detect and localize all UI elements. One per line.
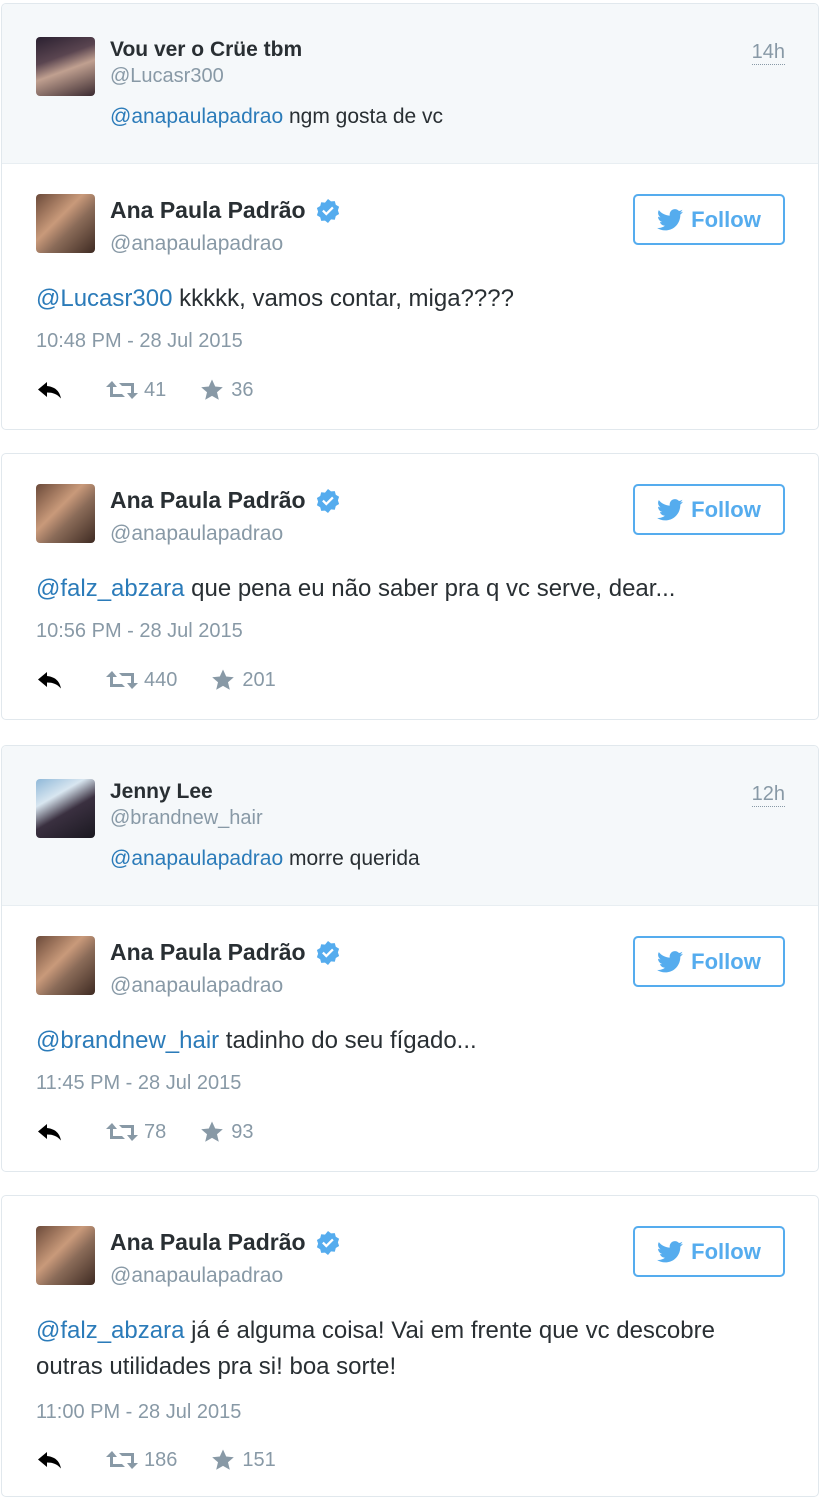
tweet-text: @anapaulapadrao morre querida [110,847,420,871]
favorite-count: 93 [231,1120,254,1143]
favorite-button[interactable]: 151 [211,1448,276,1472]
retweet-icon [106,669,138,691]
favorite-button[interactable]: 36 [200,378,254,402]
tweet-body: kkkkk, vamos contar, miga???? [172,285,514,312]
verified-badge-icon [315,940,341,966]
retweet-button[interactable]: 41 [106,379,166,402]
tweet-date[interactable]: 10:56 PM - 28 Jul 2015 [36,620,243,643]
tweet-actions: 41 36 [36,375,254,405]
favorite-button[interactable]: 93 [200,1120,254,1144]
author-name[interactable]: Vou ver o Crüe tbm [110,38,302,62]
twitter-bird-icon [657,951,683,973]
reply-tweet: Ana Paula Padrão @anapaulapadrao Follow … [2,1196,818,1496]
avatar[interactable] [36,194,95,253]
mention-link[interactable]: @falz_abzara [36,575,184,602]
mention-link[interactable]: @brandnew_hair [36,1027,219,1054]
retweet-icon [106,379,138,401]
follow-label: Follow [691,496,761,522]
parent-tweet[interactable]: Vou ver o Crüe tbm @Lucasr300 14h @anapa… [2,4,818,164]
tweet-text: @falz_abzara já é alguma coisa! Vai em f… [36,1313,788,1385]
tweet-text: @anapaulapadrao ngm gosta de vc [110,105,443,129]
retweet-count: 78 [144,1120,167,1143]
verified-badge-icon [315,488,341,514]
retweet-button[interactable]: 186 [106,1449,177,1472]
follow-button[interactable]: Follow [633,484,785,535]
mention-link[interactable]: @anapaulapadrao [110,847,283,870]
follow-label: Follow [691,206,761,232]
tweet-card: Jenny Lee @brandnew_hair 12h @anapaulapa… [1,745,819,1172]
favorite-star-icon [211,1448,235,1472]
avatar[interactable] [36,936,95,995]
verified-badge-icon [315,1230,341,1256]
follow-label: Follow [691,1238,761,1264]
avatar[interactable] [36,779,95,838]
retweet-count: 440 [144,668,178,691]
tweet-body: morre querida [283,847,420,870]
twitter-bird-icon [657,499,683,521]
favorite-count: 201 [242,668,276,691]
reply-icon[interactable] [36,1450,64,1470]
follow-button[interactable]: Follow [633,1226,785,1277]
parent-tweet[interactable]: Jenny Lee @brandnew_hair 12h @anapaulapa… [2,746,818,906]
reply-tweet: Ana Paula Padrão @anapaulapadrao Follow … [2,164,818,429]
mention-link[interactable]: @Lucasr300 [36,285,172,312]
retweet-icon [106,1449,138,1471]
reply-icon[interactable] [36,1122,64,1142]
author-name[interactable]: Ana Paula Padrão [110,1229,306,1256]
tweet-card: Vou ver o Crüe tbm @Lucasr300 14h @anapa… [1,3,819,430]
retweet-count: 186 [144,1448,178,1471]
author-name[interactable]: Ana Paula Padrão [110,487,306,514]
retweet-icon [106,1121,138,1143]
favorite-star-icon [200,378,224,402]
favorite-star-icon [211,668,235,692]
author-name[interactable]: Jenny Lee [110,780,213,804]
tweet-text: @brandnew_hair tadinho do seu fígado... [36,1023,788,1059]
reply-tweet: Ana Paula Padrão @anapaulapadrao Follow … [2,454,818,719]
tweet-actions: 440 201 [36,665,276,695]
tweet-actions: 186 151 [36,1445,276,1475]
author-handle[interactable]: @anapaulapadrao [110,522,283,546]
avatar[interactable] [36,484,95,543]
mention-link[interactable]: @falz_abzara [36,1317,184,1344]
mention-link[interactable]: @anapaulapadrao [110,105,283,128]
reply-tweet: Ana Paula Padrão @anapaulapadrao Follow … [2,906,818,1171]
retweet-button[interactable]: 440 [106,669,177,692]
tweet-timestamp[interactable]: 14h [751,40,785,65]
author-name[interactable]: Ana Paula Padrão [110,197,306,224]
tweet-actions: 78 93 [36,1117,254,1147]
avatar[interactable] [36,37,95,96]
author-handle[interactable]: @anapaulapadrao [110,1264,283,1288]
reply-icon[interactable] [36,380,64,400]
author-name[interactable]: Ana Paula Padrão [110,939,306,966]
tweet-text: @Lucasr300 kkkkk, vamos contar, miga???? [36,281,788,317]
avatar[interactable] [36,1226,95,1285]
tweet-card: Ana Paula Padrão @anapaulapadrao Follow … [1,1195,819,1497]
follow-button[interactable]: Follow [633,194,785,245]
favorite-star-icon [200,1120,224,1144]
follow-label: Follow [691,948,761,974]
tweet-body: que pena eu não saber pra q vc serve, de… [184,575,676,602]
retweet-count: 41 [144,378,167,401]
retweet-button[interactable]: 78 [106,1121,166,1144]
author-handle[interactable]: @anapaulapadrao [110,232,283,256]
favorite-count: 151 [242,1448,276,1471]
author-handle[interactable]: @Lucasr300 [110,65,224,88]
favorite-count: 36 [231,378,254,401]
tweet-date[interactable]: 11:45 PM - 28 Jul 2015 [36,1072,241,1095]
verified-badge-icon [315,198,341,224]
author-handle[interactable]: @brandnew_hair [110,807,263,830]
author-handle[interactable]: @anapaulapadrao [110,974,283,998]
tweet-card: Ana Paula Padrão @anapaulapadrao Follow … [1,453,819,720]
tweet-text: @falz_abzara que pena eu não saber pra q… [36,571,788,607]
tweet-timestamp[interactable]: 12h [751,782,785,807]
twitter-bird-icon [657,209,683,231]
tweet-date[interactable]: 10:48 PM - 28 Jul 2015 [36,330,243,353]
tweet-body: ngm gosta de vc [283,105,444,128]
favorite-button[interactable]: 201 [211,668,276,692]
follow-button[interactable]: Follow [633,936,785,987]
reply-icon[interactable] [36,670,64,690]
tweet-body: tadinho do seu fígado... [219,1027,477,1054]
tweet-date[interactable]: 11:00 PM - 28 Jul 2015 [36,1401,241,1424]
twitter-bird-icon [657,1241,683,1263]
